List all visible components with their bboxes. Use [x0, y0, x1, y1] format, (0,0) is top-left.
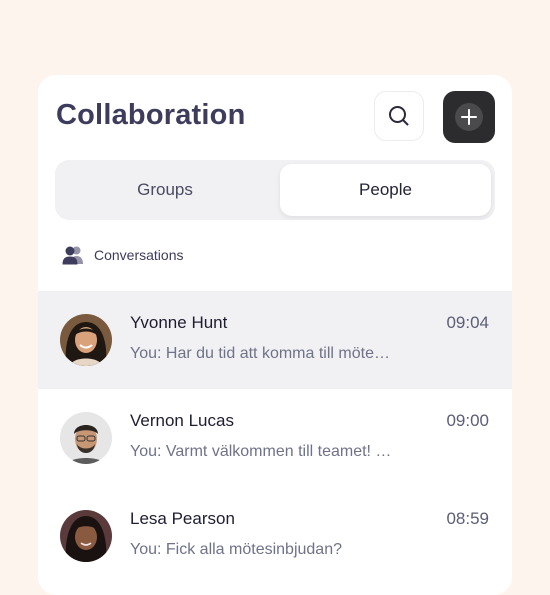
tab-people[interactable]: People — [280, 164, 491, 216]
users-icon — [62, 246, 83, 265]
conversation-item-vernon-lucas[interactable]: Vernon Lucas You: Varmt välkommen till t… — [38, 389, 512, 487]
contact-name: Vernon Lucas — [130, 411, 234, 430]
contact-name: Yvonne Hunt — [130, 313, 228, 332]
conversations-section-header: Conversations — [62, 245, 184, 265]
tab-switcher: Groups People — [55, 160, 495, 220]
search-button[interactable] — [374, 91, 424, 141]
message-time: 09:04 — [446, 313, 489, 332]
message-preview: You: Varmt välkommen till teamet! … — [130, 443, 392, 460]
search-icon — [389, 106, 409, 126]
collaboration-panel: Collaboration Groups People Conversation… — [38, 75, 512, 595]
avatar — [60, 412, 112, 464]
page-title: Collaboration — [56, 99, 246, 131]
add-conversation-button[interactable] — [443, 91, 495, 143]
message-preview: You: Fick alla mötesinbjudan? — [130, 541, 342, 558]
plus-icon — [455, 103, 483, 131]
contact-name: Lesa Pearson — [130, 509, 235, 528]
section-label: Conversations — [94, 247, 184, 263]
message-preview: You: Har du tid att komma till möte… — [130, 345, 390, 362]
avatar — [60, 510, 112, 562]
message-time: 09:00 — [446, 411, 489, 430]
avatar — [60, 314, 112, 366]
message-time: 08:59 — [446, 509, 489, 528]
tab-groups[interactable]: Groups — [59, 164, 271, 216]
conversation-item-lesa-pearson[interactable]: Lesa Pearson You: Fick alla mötesinbjuda… — [38, 487, 512, 585]
conversation-item-yvonne-hunt[interactable]: Yvonne Hunt You: Har du tid att komma ti… — [38, 291, 512, 389]
